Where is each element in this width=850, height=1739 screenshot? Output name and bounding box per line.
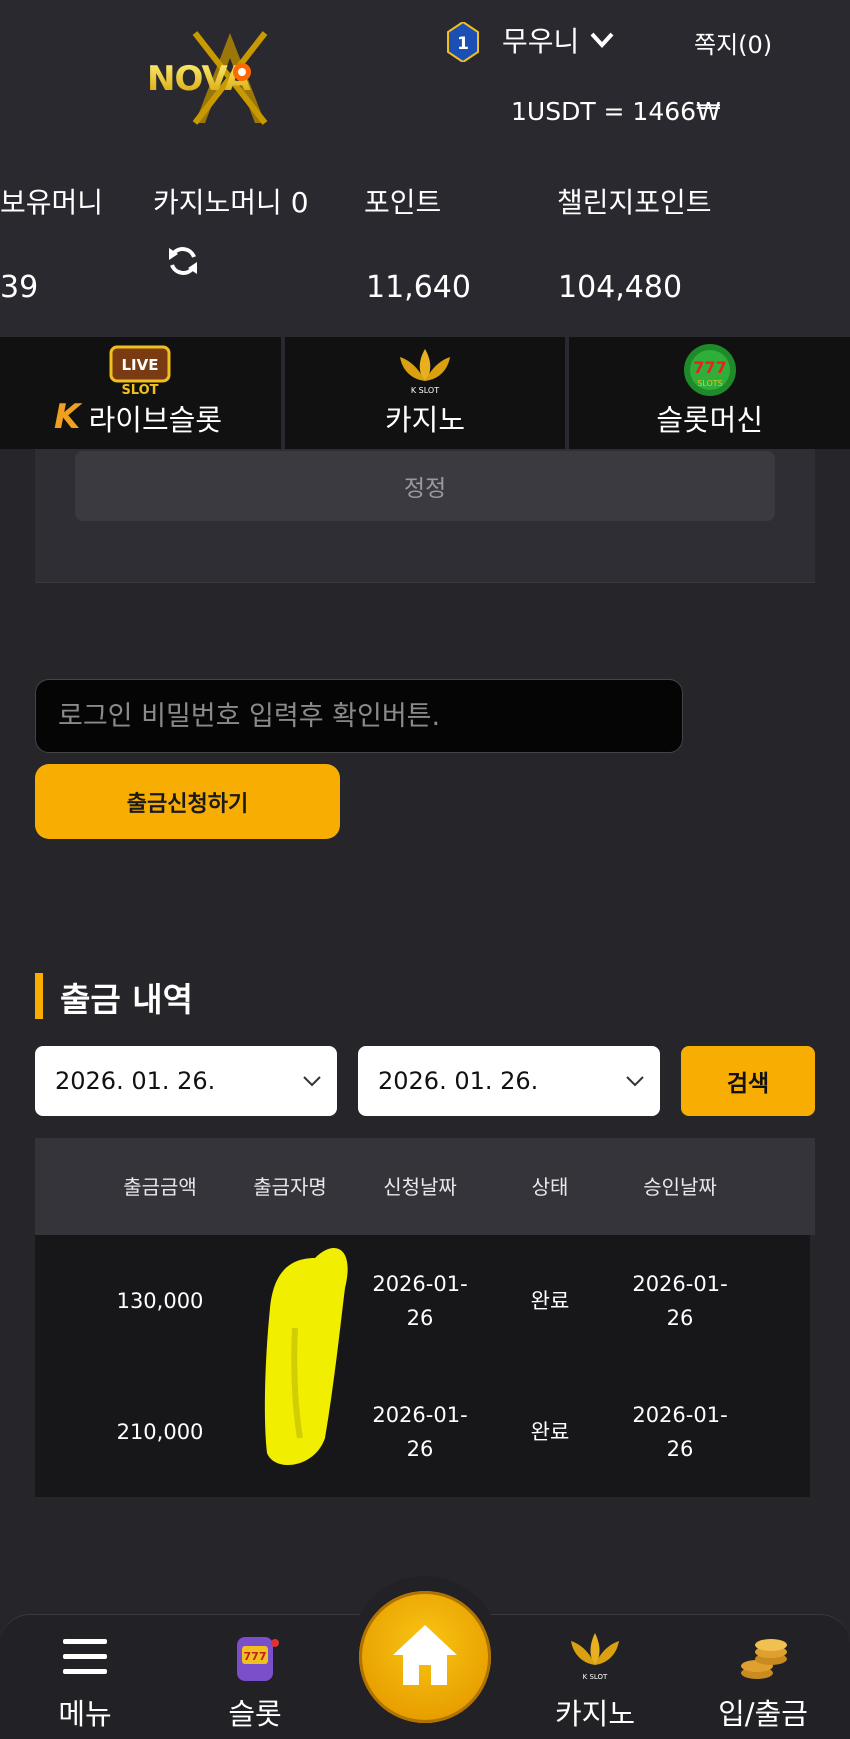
holding-money-label: 보유머니 xyxy=(0,186,104,219)
holding-money-value: 39 xyxy=(0,270,39,305)
column-header: 출금금액 xyxy=(123,1174,197,1199)
form-panel: 정정 xyxy=(35,449,815,583)
redaction-scribble xyxy=(264,1248,348,1465)
nav-label: 슬롯머신 xyxy=(656,403,764,437)
table-header: 출금금액 출금자명 신청날짜 상태 승인날짜 xyxy=(35,1138,815,1235)
point-label: 포인트 xyxy=(364,186,442,219)
username: 무우니 xyxy=(502,25,580,58)
slot-machine-icon: 777 xyxy=(237,1637,279,1681)
withdraw-request-button[interactable]: 출금신청하기 xyxy=(35,764,340,839)
svg-text:1: 1 xyxy=(457,34,469,54)
challenge-point-label: 챌린지포인트 xyxy=(557,186,712,219)
column-header: 신청날짜 xyxy=(383,1174,457,1199)
nav-label: 라이브슬롯 xyxy=(88,403,223,437)
column-header: 승인날짜 xyxy=(643,1174,717,1199)
k-slot-lotus-icon: K SLOT xyxy=(400,349,450,395)
amount-cell: 130,000 xyxy=(116,1288,204,1313)
approve-date-cell: 2026-01-26 xyxy=(632,1271,728,1330)
request-date-cell: 2026-01-26 xyxy=(372,1271,468,1330)
correction-button[interactable]: 정정 xyxy=(75,451,775,521)
svg-text:SLOT: SLOT xyxy=(122,383,159,397)
k-slot-lotus-icon: K SLOT xyxy=(571,1633,619,1681)
home-icon xyxy=(393,1625,457,1685)
status-cell: 완료 xyxy=(530,1288,570,1313)
nav-label: 카지노 xyxy=(384,403,466,437)
casino-button[interactable]: K SLOT 카지노 xyxy=(530,1629,660,1733)
svg-text:K SLOT: K SLOT xyxy=(411,386,439,395)
deposit-withdraw-button[interactable]: 입/출금 xyxy=(698,1629,828,1733)
history-title: 출금 내역 xyxy=(60,980,193,1019)
request-date-cell: 2026-01-26 xyxy=(372,1402,468,1461)
header: NOVA 1 무우니 쪽지(0) 1USDT = 1466₩ 보유머니 39 카… xyxy=(0,0,850,337)
approve-date-cell: 2026-01-26 xyxy=(632,1402,728,1461)
svg-text:K SLOT: K SLOT xyxy=(583,1673,608,1681)
svg-text:LIVE: LIVE xyxy=(122,356,159,374)
level-badge-icon: 1 xyxy=(447,22,479,62)
date-from-select[interactable]: 2026. 01. 26. xyxy=(35,1046,337,1116)
game-category-nav: LIVE SLOT K 라이브슬롯 K SLOT 카지노 777 SLOTS 슬… xyxy=(0,337,850,449)
nova-logo[interactable]: NOVA xyxy=(145,28,320,128)
section-accent-bar xyxy=(35,973,43,1019)
challenge-point-value: 104,480 xyxy=(558,270,683,305)
chevron-down-icon xyxy=(303,1076,321,1087)
nav-item-slot-machine[interactable]: 777 SLOTS 슬롯머신 xyxy=(569,337,850,449)
casino-money-label: 카지노머니 0 xyxy=(153,186,309,219)
deposit-withdraw-label: 입/출금 xyxy=(718,1697,808,1731)
live-slot-icon: LIVE SLOT xyxy=(109,345,171,397)
status-cell: 완료 xyxy=(530,1419,570,1444)
chevron-down-icon xyxy=(626,1076,644,1087)
menu-button[interactable]: 메뉴 xyxy=(20,1629,150,1733)
exchange-rate: 1USDT = 1466₩ xyxy=(511,97,721,126)
coin-stack-icon xyxy=(741,1639,787,1679)
nav-item-live-slot[interactable]: LIVE SLOT K 라이브슬롯 xyxy=(0,337,285,449)
date-to-select[interactable]: 2026. 01. 26. xyxy=(358,1046,660,1116)
slot-label: 슬롯 xyxy=(228,1697,282,1731)
date-to-value: 2026. 01. 26. xyxy=(378,1067,539,1095)
password-input[interactable] xyxy=(35,679,683,753)
column-header: 상태 xyxy=(531,1174,569,1199)
slot-button[interactable]: 777 슬롯 xyxy=(190,1629,320,1733)
amount-cell: 210,000 xyxy=(116,1419,204,1444)
777-slots-icon: 777 SLOTS xyxy=(683,344,736,396)
menu-label: 메뉴 xyxy=(58,1697,112,1731)
messages-link[interactable]: 쪽지(0) xyxy=(694,25,772,60)
k-logo-icon: K xyxy=(54,397,81,437)
hamburger-menu-icon xyxy=(63,1639,107,1674)
casino-label: 카지노 xyxy=(554,1697,636,1731)
home-button[interactable] xyxy=(359,1591,491,1723)
nav-item-casino[interactable]: K SLOT 카지노 xyxy=(285,337,570,449)
point-value: 11,640 xyxy=(366,270,471,305)
user-menu[interactable]: 무우니 xyxy=(502,20,615,60)
chevron-down-icon xyxy=(590,32,614,48)
svg-text:NOVA: NOVA xyxy=(147,59,251,99)
svg-text:777: 777 xyxy=(244,1650,267,1663)
table-row: 210,000 2026-01-26 완료 2026-01-26 xyxy=(35,1366,810,1497)
date-from-value: 2026. 01. 26. xyxy=(55,1067,216,1095)
refresh-icon[interactable] xyxy=(165,243,201,279)
withdraw-history-table: 출금금액 출금자명 신청날짜 상태 승인날짜 130,000 2026-01-2… xyxy=(35,1138,815,1497)
svg-text:777: 777 xyxy=(693,358,726,377)
column-header: 출금자명 xyxy=(253,1174,327,1199)
svg-text:SLOTS: SLOTS xyxy=(697,379,723,388)
table-body: 130,000 2026-01-26 완료 2026-01-26 210,000… xyxy=(35,1235,810,1497)
table-row: 130,000 2026-01-26 완료 2026-01-26 xyxy=(35,1235,810,1366)
search-button[interactable]: 검색 xyxy=(681,1046,815,1116)
